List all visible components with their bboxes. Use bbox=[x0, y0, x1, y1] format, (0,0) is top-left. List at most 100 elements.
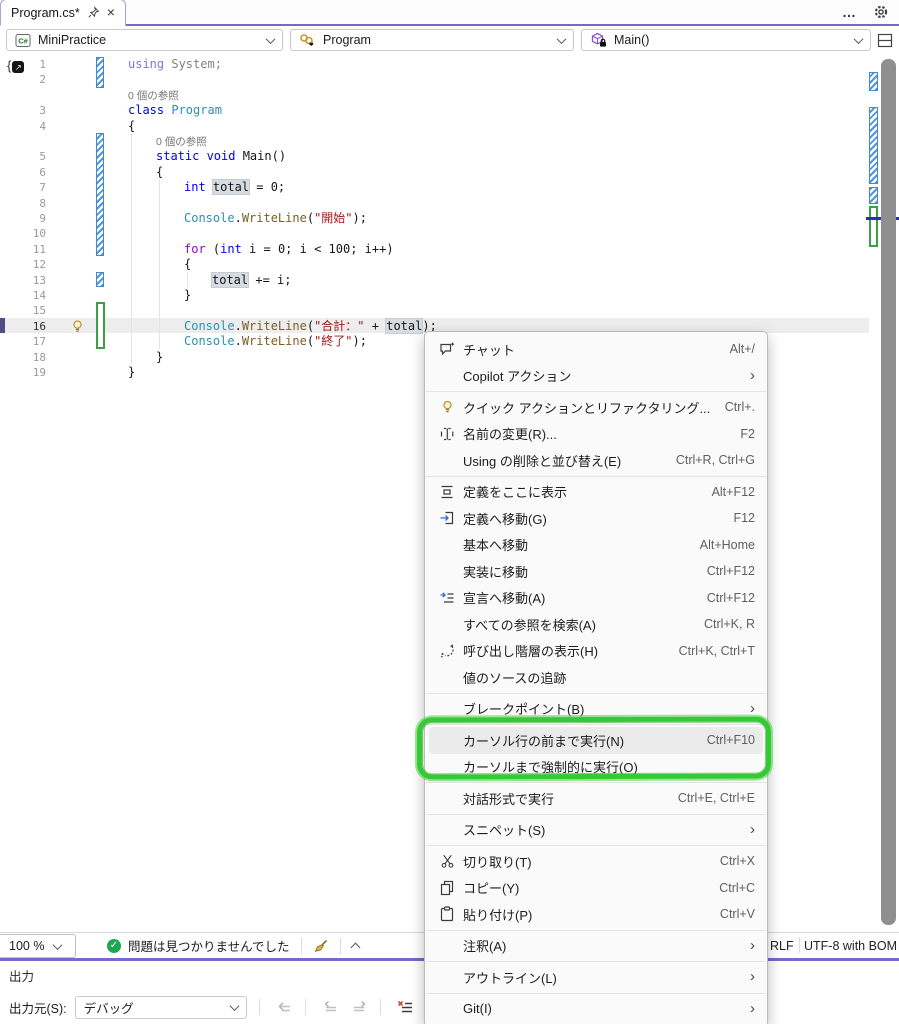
code-line[interactable]: 12{ bbox=[0, 257, 869, 272]
code-line[interactable]: 8 bbox=[0, 196, 869, 211]
project-name: MiniPractice bbox=[38, 33, 106, 47]
menu-item[interactable]: 定義をここに表示Alt+F12 bbox=[429, 479, 763, 506]
settings-gear-icon[interactable] bbox=[873, 4, 889, 20]
menu-item-label: 基本へ移動 bbox=[463, 535, 528, 554]
menu-item-label: 注釈(A) bbox=[463, 936, 506, 955]
collapse-margin-icon[interactable] bbox=[350, 943, 360, 953]
code-line[interactable]: 2 bbox=[0, 72, 869, 87]
output-source-dropdown[interactable]: デバッグ bbox=[75, 996, 247, 1019]
chevron-down-icon[interactable] bbox=[854, 34, 864, 44]
menu-item-shortcut: F12 bbox=[733, 511, 755, 525]
menu-item[interactable]: 対話形式で実行Ctrl+E, Ctrl+E bbox=[429, 785, 763, 812]
previous-run-icon[interactable] bbox=[322, 1000, 339, 1014]
menu-item[interactable]: カーソルまで強制的に実行(O) bbox=[429, 754, 763, 781]
split-window-icon[interactable] bbox=[877, 33, 893, 48]
more-options-icon[interactable]: … bbox=[842, 8, 857, 16]
menu-item[interactable]: 注釈(A)› bbox=[429, 933, 763, 960]
menu-item[interactable]: ブレークポイント(B)› bbox=[429, 696, 763, 723]
line-number: 14 bbox=[0, 288, 46, 303]
menu-item[interactable]: アウトライン(L)› bbox=[429, 964, 763, 991]
scrollmap-change-mark bbox=[869, 187, 878, 204]
context-menu: チャットAlt+/Copilot アクション› クイック アクションとリファクタリ… bbox=[424, 331, 768, 1024]
copy-icon bbox=[435, 880, 459, 896]
close-icon[interactable]: × bbox=[107, 6, 115, 19]
type-dropdown[interactable]: Program bbox=[290, 29, 574, 51]
code-text: class Program bbox=[128, 103, 222, 118]
menu-item[interactable]: Using の削除と並び替え(E)Ctrl+R, Ctrl+G bbox=[429, 447, 763, 474]
next-run-icon[interactable] bbox=[351, 1000, 368, 1014]
line-number: 7 bbox=[0, 180, 46, 195]
code-line[interactable]: 13total += i; bbox=[0, 273, 869, 288]
menu-item[interactable]: すべての参照を検索(A)Ctrl+K, R bbox=[429, 611, 763, 638]
menu-separator bbox=[426, 391, 766, 392]
code-line[interactable]: 1using System; bbox=[0, 57, 869, 72]
tab-program-cs[interactable]: Program.cs* × bbox=[0, 0, 126, 26]
menu-item[interactable]: クイック アクションとリファクタリング...Ctrl+. bbox=[429, 394, 763, 421]
code-line[interactable]: 14} bbox=[0, 288, 869, 303]
menu-item[interactable]: 宣言へ移動(A)Ctrl+F12 bbox=[429, 585, 763, 612]
code-cleanup-broom-icon[interactable] bbox=[313, 938, 329, 954]
line-ending-indicator[interactable]: RLF bbox=[770, 933, 794, 958]
rename-icon bbox=[435, 426, 459, 442]
menu-item[interactable]: 実装に移動Ctrl+F12 bbox=[429, 558, 763, 585]
chevron-down-icon[interactable] bbox=[266, 34, 276, 44]
caret-line-indicator bbox=[0, 318, 5, 333]
quick-action-lightbulb-icon[interactable] bbox=[70, 319, 85, 334]
previous-message-icon[interactable] bbox=[276, 1000, 293, 1014]
menu-item-shortcut: Ctrl+R, Ctrl+G bbox=[676, 453, 755, 467]
menu-item[interactable]: 定義へ移動(G)F12 bbox=[429, 505, 763, 532]
check-circle-icon: ✓ bbox=[107, 939, 121, 953]
cut-icon bbox=[435, 853, 459, 869]
zoom-control[interactable]: 100 % bbox=[0, 934, 76, 958]
project-dropdown[interactable]: C# MiniPractice bbox=[6, 29, 283, 51]
vertical-scrollbar[interactable] bbox=[881, 59, 896, 925]
menu-item[interactable]: 基本へ移動 Alt+Home bbox=[429, 532, 763, 559]
code-line[interactable]: 10 bbox=[0, 226, 869, 241]
code-line[interactable]: 5static void Main() bbox=[0, 149, 869, 164]
menu-item[interactable]: カーソル行の前まで実行(N)Ctrl+F10 bbox=[429, 727, 763, 754]
code-text: } bbox=[156, 350, 163, 365]
menu-item[interactable]: 貼り付け(P)Ctrl+V bbox=[429, 901, 763, 928]
code-line[interactable]: 3class Program bbox=[0, 103, 869, 118]
menu-item-label: 貼り付け(P) bbox=[463, 905, 532, 924]
member-dropdown[interactable]: Main() bbox=[581, 29, 871, 51]
code-line[interactable]: 6{ bbox=[0, 165, 869, 180]
menu-item-label: ブレークポイント(B) bbox=[463, 699, 584, 718]
code-line[interactable]: 9Console.WriteLine("開始"); bbox=[0, 211, 869, 226]
menu-item[interactable]: 切り取り(T)Ctrl+X bbox=[429, 848, 763, 875]
output-source-value: デバッグ bbox=[84, 998, 134, 1017]
tab-title: Program.cs* bbox=[11, 6, 80, 20]
codelens-row[interactable]: 0 個の参照 bbox=[0, 88, 869, 103]
code-text: using System; bbox=[128, 57, 222, 72]
menu-item-label: スニペット(S) bbox=[463, 820, 545, 839]
menu-item[interactable]: Git(I)› bbox=[429, 996, 763, 1023]
code-line[interactable]: 4{ bbox=[0, 119, 869, 134]
menu-item[interactable]: 呼び出し階層の表示(H)Ctrl+K, Ctrl+T bbox=[429, 638, 763, 665]
pin-icon[interactable] bbox=[87, 6, 100, 19]
clear-all-icon[interactable] bbox=[397, 1000, 414, 1015]
code-line[interactable]: 15 bbox=[0, 303, 869, 318]
code-line[interactable]: 11for (int i = 0; i < 100; i++) bbox=[0, 242, 869, 257]
chevron-down-icon bbox=[53, 940, 63, 950]
menu-item[interactable]: Copilot アクション› bbox=[429, 363, 763, 390]
menu-item[interactable]: チャットAlt+/ bbox=[429, 336, 763, 363]
codelens-row[interactable]: 0 個の参照 bbox=[0, 134, 869, 149]
chevron-down-icon[interactable] bbox=[557, 34, 567, 44]
menu-item[interactable]: 名前の変更(R)...F2 bbox=[429, 421, 763, 448]
menu-item-label: Git(I) bbox=[463, 1001, 492, 1016]
brace-structure-icon[interactable]: {↗ bbox=[7, 57, 24, 73]
menu-item-shortcut: Alt+Home bbox=[700, 538, 755, 552]
scrollmap-change-mark bbox=[869, 72, 878, 91]
codelens-references-link[interactable]: 0 個の参照 bbox=[128, 89, 179, 104]
menu-item[interactable]: コピー(Y)Ctrl+C bbox=[429, 875, 763, 902]
menu-item[interactable]: スニペット(S)› bbox=[429, 817, 763, 844]
code-line[interactable]: 7int total = 0; bbox=[0, 180, 869, 195]
codelens-references-link[interactable]: 0 個の参照 bbox=[156, 135, 207, 150]
document-health[interactable]: ✓ 問題は見つかりませんでした bbox=[107, 933, 359, 958]
menu-item-label: 呼び出し階層の表示(H) bbox=[463, 641, 598, 660]
menu-item[interactable]: 値のソースの追跡 bbox=[429, 664, 763, 691]
menu-item-shortcut: Ctrl+F10 bbox=[707, 733, 755, 747]
menu-item-label: コピー(Y) bbox=[463, 878, 519, 897]
encoding-indicator[interactable]: UTF-8 with BOM bbox=[804, 933, 897, 958]
peek-definition-icon bbox=[435, 484, 459, 500]
